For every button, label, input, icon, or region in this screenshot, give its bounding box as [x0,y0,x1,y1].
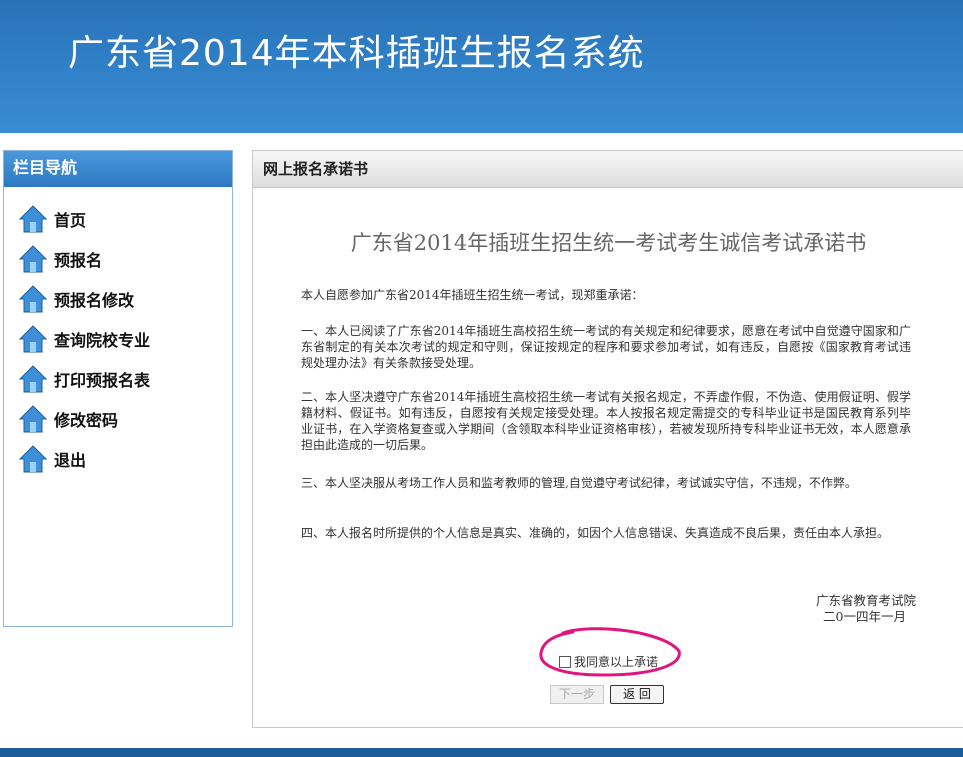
house-icon [18,405,48,433]
nav-list: 首页 预报名 预报名修改 查询院校专业 打印预报名表 修改密码 退出 [4,187,232,479]
sidebar: 栏目导航 首页 预报名 预报名修改 查询院校专业 打印预报名表 修改密码 退出 [3,150,233,627]
house-icon [18,285,48,313]
house-icon [18,365,48,393]
sidebar-item-label: 修改密码 [54,411,119,430]
signer: 广东省教育考试院 [815,593,916,608]
sidebar-title: 栏目导航 [4,151,232,187]
pledge-panel: 网上报名承诺书 广东省2014年插班生招生统一考试考生诚信考试承诺书 本人自愿参… [252,150,963,728]
header-banner: 广东省2014年本科插班生报名系统 [0,0,963,133]
house-icon [18,325,48,353]
document-title: 广东省2014年插班生招生统一考试考生诚信考试承诺书 [350,231,867,255]
sidebar-item-label: 预报名修改 [54,291,135,310]
pledge-paragraph-2: 二、本人坚决遵守广东省2014年插班生高校招生统一考试有关报名规定，不弄虚作假，… [301,390,911,452]
sidebar-item-print-form[interactable]: 打印预报名表 [4,359,232,399]
back-button[interactable]: 返 回 [610,685,664,704]
house-icon [18,205,48,233]
agree-label: 我同意以上承诺 [574,655,659,669]
panel-header: 网上报名承诺书 [253,151,963,188]
sidebar-item-logout[interactable]: 退出 [4,439,232,479]
sidebar-item-label: 首页 [54,211,87,230]
system-title: 广东省2014年本科插班生报名系统 [68,33,645,74]
sidebar-item-label: 退出 [54,451,87,470]
sidebar-item-label: 打印预报名表 [54,371,151,390]
pledge-paragraph-4: 四、本人报名时所提供的个人信息是真实、准确的，如因个人信息错误、失真造成不良后果… [301,526,890,540]
agree-checkbox-row[interactable]: 我同意以上承诺 [559,653,658,670]
annotation-circle [539,627,681,677]
agree-checkbox[interactable] [559,655,571,668]
sign-date: 二0一四年一月 [823,609,906,624]
pledge-paragraph-1: 一、本人已阅读了广东省2014年插班生高校招生统一考试的有关规定和纪律要求，愿意… [301,324,911,370]
sidebar-item-home[interactable]: 首页 [4,199,232,239]
sidebar-item-label: 查询院校专业 [54,331,151,350]
sidebar-item-query-majors[interactable]: 查询院校专业 [4,319,232,359]
footer-bar [0,748,963,757]
sidebar-item-modify-registration[interactable]: 预报名修改 [4,279,232,319]
pledge-intro: 本人自愿参加广东省2014年插班生招生统一考试，现郑重承诺： [301,288,644,302]
header-gap [0,133,963,149]
house-icon [18,445,48,473]
sidebar-item-pre-register[interactable]: 预报名 [4,239,232,279]
house-icon [18,245,48,273]
sidebar-item-label: 预报名 [54,251,103,270]
sidebar-item-change-password[interactable]: 修改密码 [4,399,232,439]
next-step-button[interactable]: 下一步 [550,685,604,704]
pledge-paragraph-3: 三、本人坚决服从考场工作人员和监考教师的管理,自觉遵守考试纪律，考试诚实守信，不… [301,476,857,490]
